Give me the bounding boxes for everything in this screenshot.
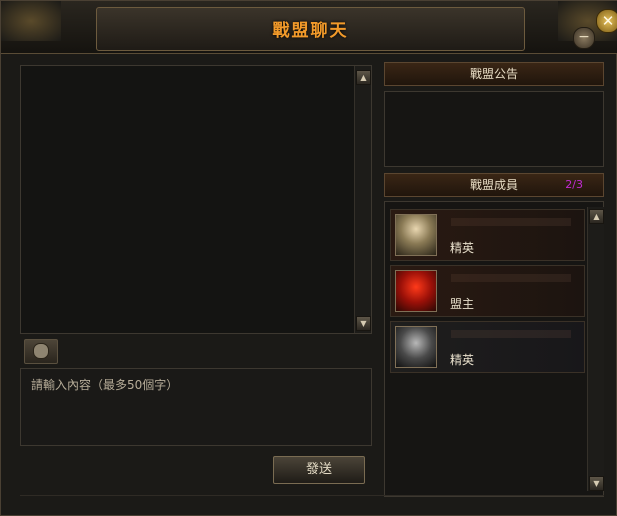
members-header-label: 戰盟成員	[469, 178, 518, 192]
notice-header: 戰盟公告	[384, 62, 604, 86]
ornament-left	[1, 1, 61, 41]
scroll-up-arrow-icon[interactable]: ▲	[589, 209, 604, 224]
chat-log[interactable]: ▲ ▼	[20, 65, 372, 334]
members-header: 戰盟成員 2/3	[384, 173, 604, 197]
member-row[interactable]: 精英	[390, 209, 585, 261]
member-list: 精英 盟主 精英 ▲ ▼	[384, 201, 604, 497]
scroll-up-arrow-icon[interactable]: ▲	[356, 70, 371, 85]
notice-header-label: 戰盟公告	[469, 67, 518, 81]
input-placeholder: 請輸入內容（最多50個字）	[31, 378, 179, 392]
title-plate: 戰盟聊天	[96, 7, 525, 51]
member-name-obscured	[451, 330, 571, 338]
bottom-divider	[20, 495, 604, 496]
title-bar: 戰盟聊天 ✕ −	[1, 1, 617, 54]
scroll-down-arrow-icon[interactable]: ▼	[356, 316, 371, 331]
dark-armored-knight-portrait	[395, 326, 437, 368]
member-rank: 精英	[450, 353, 475, 367]
message-input[interactable]: 請輸入內容（最多50個字）	[20, 368, 372, 446]
alliance-chat-window: 戰盟聊天 ✕ − ▲ ▼ 請輸入內容（最多50個字） 發送 戰盟公告 戰盟成員 …	[0, 0, 617, 516]
member-row[interactable]: 精英	[390, 321, 585, 373]
window-title: 戰盟聊天	[272, 21, 349, 41]
chat-scrollbar[interactable]: ▲ ▼	[354, 66, 371, 333]
emoji-icon	[33, 343, 49, 359]
minimize-icon[interactable]: −	[573, 27, 595, 49]
member-rank: 盟主	[450, 297, 475, 311]
member-row[interactable]: 盟主	[390, 265, 585, 317]
female-knight-portrait	[395, 214, 437, 256]
send-button[interactable]: 發送	[273, 456, 365, 484]
member-rank: 精英	[450, 241, 475, 255]
member-name-obscured	[451, 218, 571, 226]
scroll-down-arrow-icon[interactable]: ▼	[589, 476, 604, 491]
member-name-obscured	[451, 274, 571, 282]
notice-panel	[384, 91, 604, 167]
red-demon-warrior-portrait	[395, 270, 437, 312]
emoji-button[interactable]	[24, 339, 58, 364]
member-scrollbar[interactable]: ▲ ▼	[587, 207, 604, 491]
member-count: 2/3	[565, 178, 583, 191]
close-icon[interactable]: ✕	[596, 9, 617, 33]
